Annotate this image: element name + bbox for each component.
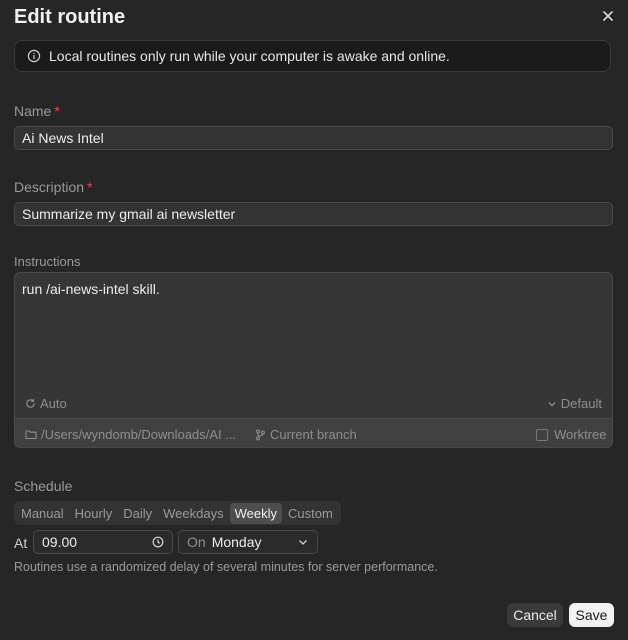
folder-icon: [25, 429, 37, 440]
folder-selector[interactable]: /Users/wyndomb/Downloads/AI ...: [25, 427, 236, 442]
day-value: Monday: [211, 534, 262, 550]
worktree-toggle[interactable]: Worktree: [536, 427, 607, 442]
description-label: Description *: [14, 179, 92, 195]
schedule-option[interactable]: Manual: [16, 503, 69, 524]
description-label-text: Description: [14, 179, 85, 195]
required-mark: *: [87, 179, 93, 195]
schedule-option[interactable]: Custom: [283, 503, 338, 524]
cancel-button[interactable]: Cancel: [507, 603, 563, 627]
chevron-down-icon: [547, 399, 557, 409]
at-label: At: [14, 535, 28, 551]
banner-text: Local routines only run while your compu…: [49, 48, 450, 64]
schedule-option[interactable]: Daily: [118, 503, 157, 524]
clock-icon[interactable]: [152, 536, 164, 548]
on-label: On: [187, 534, 206, 550]
instructions-textarea[interactable]: run /ai-news-intel skill.: [15, 273, 612, 393]
schedule-option[interactable]: Weekdays: [158, 503, 228, 524]
folder-path: /Users/wyndomb/Downloads/AI ...: [41, 427, 237, 442]
worktree-checkbox[interactable]: [536, 428, 548, 441]
info-icon: [27, 49, 41, 63]
day-select[interactable]: On Monday: [178, 530, 318, 554]
name-input[interactable]: [14, 126, 613, 150]
branch-selector[interactable]: Current branch: [255, 427, 357, 442]
description-input[interactable]: [14, 202, 613, 226]
worktree-label: Worktree: [554, 427, 607, 442]
save-button[interactable]: Save: [569, 603, 614, 627]
instructions-label: Instructions: [14, 254, 81, 269]
close-icon[interactable]: [600, 8, 616, 24]
git-branch-icon: [255, 429, 266, 441]
name-label-text: Name: [14, 103, 52, 119]
info-banner: Local routines only run while your compu…: [14, 40, 611, 72]
dialog-title: Edit routine: [14, 6, 126, 28]
time-value: 09.00: [42, 534, 78, 550]
branch-label: Current branch: [270, 427, 357, 442]
schedule-option[interactable]: Hourly: [70, 503, 118, 524]
schedule-label: Schedule: [14, 478, 73, 494]
time-input[interactable]: 09.00: [33, 530, 173, 554]
name-label: Name *: [14, 103, 60, 119]
schedule-hint: Routines use a randomized delay of sever…: [14, 560, 438, 574]
model-mode-selector[interactable]: Auto: [25, 396, 67, 411]
model-default-label: Default: [560, 396, 602, 411]
instructions-editor: run /ai-news-intel skill. Auto Default /…: [14, 272, 613, 448]
refresh-icon: [25, 398, 36, 409]
model-mode-label: Auto: [40, 396, 67, 411]
schedule-frequency-selector: Manual Hourly Daily Weekdays Weekly Cust…: [14, 501, 341, 525]
instructions-footer: /Users/wyndomb/Downloads/AI ... Current …: [15, 418, 612, 447]
chevron-down-icon: [297, 536, 309, 548]
required-mark: *: [54, 103, 60, 119]
schedule-option-selected[interactable]: Weekly: [229, 502, 282, 524]
model-default-selector[interactable]: Default: [547, 396, 602, 411]
